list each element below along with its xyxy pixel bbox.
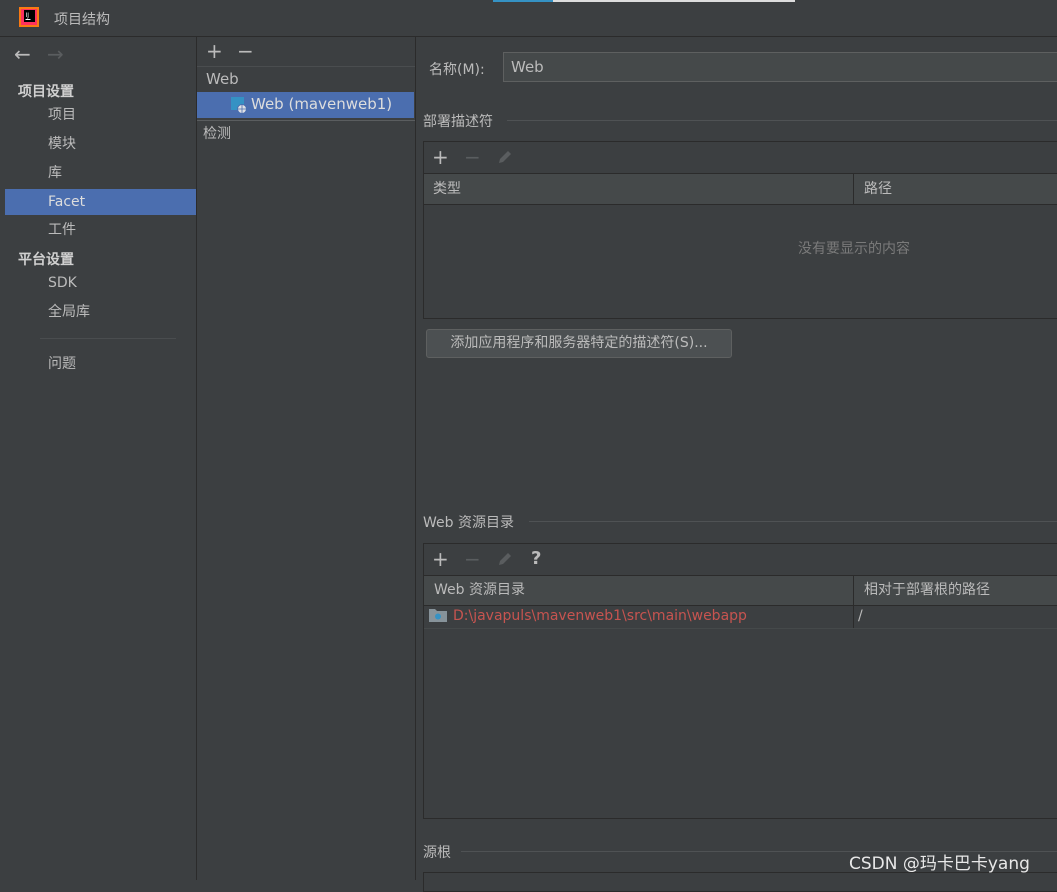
webres-col-relative-path[interactable]: 相对于部署根的路径	[864, 575, 990, 605]
nav-section-platform-settings: 平台设置	[18, 252, 74, 268]
facet-tree-panel	[197, 37, 416, 880]
add-server-descriptor-button[interactable]: 添加应用程序和服务器特定的描述符(S)...	[426, 329, 732, 358]
taskbar-strip	[493, 0, 553, 2]
source-roots-title: 源根	[423, 845, 451, 861]
deploy-add-button[interactable]: +	[432, 147, 449, 167]
facet-name-field[interactable]: Web	[503, 52, 1057, 82]
taskbar-strip-light	[553, 0, 795, 2]
deploy-remove-button[interactable]: −	[464, 147, 481, 167]
deploy-col-divider	[853, 174, 854, 204]
svg-text:IJ: IJ	[26, 12, 30, 19]
window-title: 项目结构	[54, 12, 110, 28]
nav-item-project[interactable]: 项目	[5, 102, 196, 128]
web-folder-icon	[429, 609, 447, 622]
deploy-empty-text: 没有要显示的内容	[798, 241, 910, 257]
deploy-descriptors-panel	[423, 141, 1057, 319]
deploy-col-type[interactable]: 类型	[433, 174, 461, 204]
nav-item-problems[interactable]: 问题	[5, 351, 196, 377]
back-arrow-icon[interactable]: ←	[14, 44, 31, 64]
nav-item-sdk[interactable]: SDK	[5, 270, 196, 296]
deploy-col-path[interactable]: 路径	[864, 174, 892, 204]
title-bar	[0, 0, 1057, 37]
name-label: 名称(M):	[429, 62, 485, 78]
webres-section-line	[529, 521, 1057, 522]
webres-edit-pencil-icon[interactable]	[497, 551, 513, 567]
tree-group-web[interactable]: Web	[206, 70, 239, 88]
nav-item-global-libraries[interactable]: 全局库	[5, 299, 196, 325]
tree-item-detection[interactable]: 检测	[203, 123, 231, 143]
webres-help-button[interactable]: ?	[531, 549, 541, 569]
intellij-logo-icon: IJ	[19, 7, 39, 27]
webres-add-button[interactable]: +	[432, 549, 449, 569]
nav-item-facet[interactable]: Facet	[5, 189, 196, 215]
tree-toolbar-divider	[197, 66, 415, 67]
csdn-watermark: CSDN @玛卡巴卡yang	[849, 854, 1030, 874]
tree-remove-button[interactable]: −	[237, 41, 254, 61]
tree-divider	[197, 120, 415, 121]
webres-col-directory[interactable]: Web 资源目录	[434, 575, 525, 605]
webres-row-relative[interactable]: /	[858, 608, 863, 624]
nav-section-project-settings: 项目设置	[18, 84, 74, 100]
deploy-edit-pencil-icon[interactable]	[497, 149, 513, 165]
webres-row-path[interactable]: D:\javapuls\mavenweb1\src\main\webapp	[453, 608, 747, 624]
forward-arrow-icon[interactable]: →	[47, 44, 64, 64]
webres-section-title: Web 资源目录	[423, 515, 514, 531]
web-facet-icon	[231, 97, 247, 114]
nav-item-modules[interactable]: 模块	[5, 131, 196, 157]
nav-item-artifacts[interactable]: 工件	[5, 217, 196, 243]
tree-item-web-mavenweb1[interactable]: Web (mavenweb1)	[251, 95, 392, 113]
tree-add-button[interactable]: +	[206, 41, 223, 61]
webres-remove-button[interactable]: −	[464, 549, 481, 569]
deploy-section-title: 部署描述符	[423, 114, 493, 130]
deploy-section-line	[507, 120, 1057, 121]
deploy-table-header	[424, 173, 1057, 205]
nav-item-libraries[interactable]: 库	[5, 160, 196, 186]
source-roots-panel	[423, 872, 1057, 892]
nav-divider	[40, 338, 176, 339]
